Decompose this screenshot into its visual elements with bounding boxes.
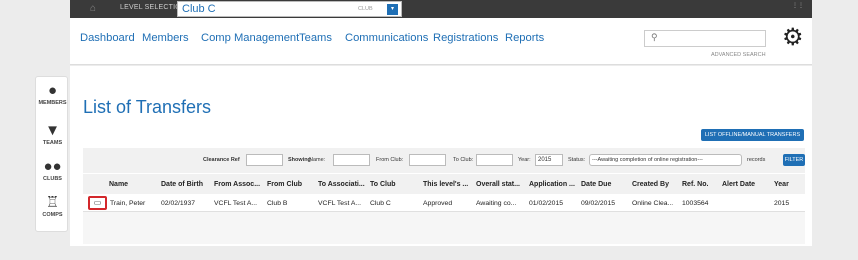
nav-teams[interactable]: Teams [299, 32, 332, 44]
column-header[interactable]: Ref. No. [682, 181, 708, 188]
status-label: Status: [568, 157, 586, 163]
to-club-input[interactable] [476, 154, 513, 166]
table-row[interactable]: ▭ Train, Peter 02/02/1937 VCFL Test A...… [83, 194, 805, 212]
search-icon: ⚲ [651, 32, 658, 42]
list-offline-transfers-button[interactable]: LIST OFFLINE/MANUAL TRANSFERS [701, 129, 804, 141]
shirt-icon: ▼ [45, 122, 60, 139]
page: ⌂ LEVEL SELECTION Club C CLUB ▾ ⋮⋮ Dashb… [0, 0, 858, 260]
cell-ref-no: 1003564 [682, 200, 709, 207]
id-card-icon[interactable]: ▭ [88, 196, 107, 210]
cell-date-due: 09/02/2015 [581, 200, 616, 207]
cell-from-assoc: VCFL Test A... [214, 200, 258, 207]
home-icon[interactable]: ⌂ [90, 3, 100, 14]
column-header[interactable]: Date Due [581, 181, 611, 188]
search-input[interactable]: ⚲ [644, 30, 766, 47]
nav-reports[interactable]: Reports [505, 32, 544, 44]
chevron-down-icon[interactable]: ▾ [387, 4, 398, 15]
main-content: List of Transfers LIST OFFLINE/MANUAL TR… [70, 66, 812, 246]
column-header[interactable]: Created By [632, 181, 669, 188]
name-label: Name: [309, 157, 326, 163]
top-bar: ⌂ LEVEL SELECTION Club C CLUB ▾ ⋮⋮ [70, 0, 812, 18]
records-label: records [747, 157, 766, 163]
to-club-label: To Club: [453, 157, 474, 163]
filter-button[interactable]: FILTER [783, 154, 805, 166]
gear-icon[interactable]: ⚙ [782, 26, 804, 50]
sidebar-item-label: COMPS [42, 212, 63, 218]
cell-to-club: Club C [370, 200, 391, 207]
cell-created-by: Online Clea... [632, 200, 674, 207]
column-header[interactable]: To Club [370, 181, 396, 188]
club-selector[interactable]: Club C CLUB ▾ [177, 1, 402, 17]
cell-year: 2015 [774, 200, 790, 207]
nav-members[interactable]: Members [142, 32, 189, 44]
left-sidebar: ● MEMBERS ▼ TEAMS ●● CLUBS ♖ COMPS [35, 76, 68, 232]
main-nav: Dashboard Members Comp Management Teams … [70, 18, 812, 65]
status-select[interactable]: ---Awaiting completion of online registr… [589, 154, 742, 166]
person-icon: ● [47, 82, 58, 99]
name-input[interactable] [333, 154, 370, 166]
table-header: Name Date of Birth From Assoc... From Cl… [83, 174, 805, 194]
page-title: List of Transfers [83, 97, 212, 117]
nav-comp-management[interactable]: Comp Management [201, 32, 299, 44]
clearance-ref-label: Clearance Ref [203, 157, 240, 163]
cell-dob: 02/02/1937 [161, 200, 196, 207]
column-header[interactable]: Application ... [529, 181, 575, 188]
advanced-search-link[interactable]: ADVANCED SEARCH [711, 52, 766, 58]
filter-bar: Clearance Ref Showing Name: From Club: T… [83, 148, 805, 173]
cell-from-club: Club B [267, 200, 288, 207]
column-header[interactable]: Date of Birth [161, 181, 203, 188]
club-tag: CLUB [358, 6, 373, 12]
from-club-label: From Club: [376, 157, 404, 163]
from-club-input[interactable] [409, 154, 446, 166]
trophy-icon: ♖ [45, 194, 60, 211]
cell-name: Train, Peter [110, 200, 146, 207]
year-input[interactable]: 2015 [535, 154, 563, 166]
sidebar-item-comps[interactable]: ♖ COMPS [36, 194, 69, 219]
showing-label: Showing [288, 157, 311, 163]
nav-dashboard[interactable]: Dashboard [80, 32, 135, 44]
sidebar-item-teams[interactable]: ▼ TEAMS [36, 122, 69, 147]
cell-level-status: Approved [423, 200, 453, 207]
cell-overall-status: Awaiting co... [476, 200, 517, 207]
club-name: Club C [182, 3, 216, 15]
column-header[interactable]: Year [774, 181, 789, 188]
nav-communications[interactable]: Communications [345, 32, 428, 44]
column-header[interactable]: This level's ... [423, 181, 468, 188]
year-label: Year: [518, 157, 531, 163]
table-empty-area [83, 212, 805, 244]
grid-icon[interactable]: ⋮⋮ [792, 3, 804, 9]
sidebar-item-members[interactable]: ● MEMBERS [36, 82, 69, 107]
sidebar-item-label: CLUBS [43, 176, 62, 182]
sidebar-item-label: MEMBERS [38, 100, 67, 106]
column-header[interactable]: From Club [267, 181, 302, 188]
nav-registrations[interactable]: Registrations [433, 32, 498, 44]
column-header[interactable]: From Assoc... [214, 181, 260, 188]
column-header[interactable]: Overall stat... [476, 181, 520, 188]
column-header[interactable]: To Associati... [318, 181, 365, 188]
column-header[interactable]: Alert Date [722, 181, 755, 188]
sidebar-item-label: TEAMS [42, 140, 63, 146]
sidebar-item-clubs[interactable]: ●● CLUBS [36, 158, 69, 183]
cell-application-date: 01/02/2015 [529, 200, 564, 207]
clearance-ref-input[interactable] [246, 154, 283, 166]
cell-to-assoc: VCFL Test A... [318, 200, 362, 207]
group-icon: ●● [43, 158, 62, 175]
column-header[interactable]: Name [109, 181, 128, 188]
